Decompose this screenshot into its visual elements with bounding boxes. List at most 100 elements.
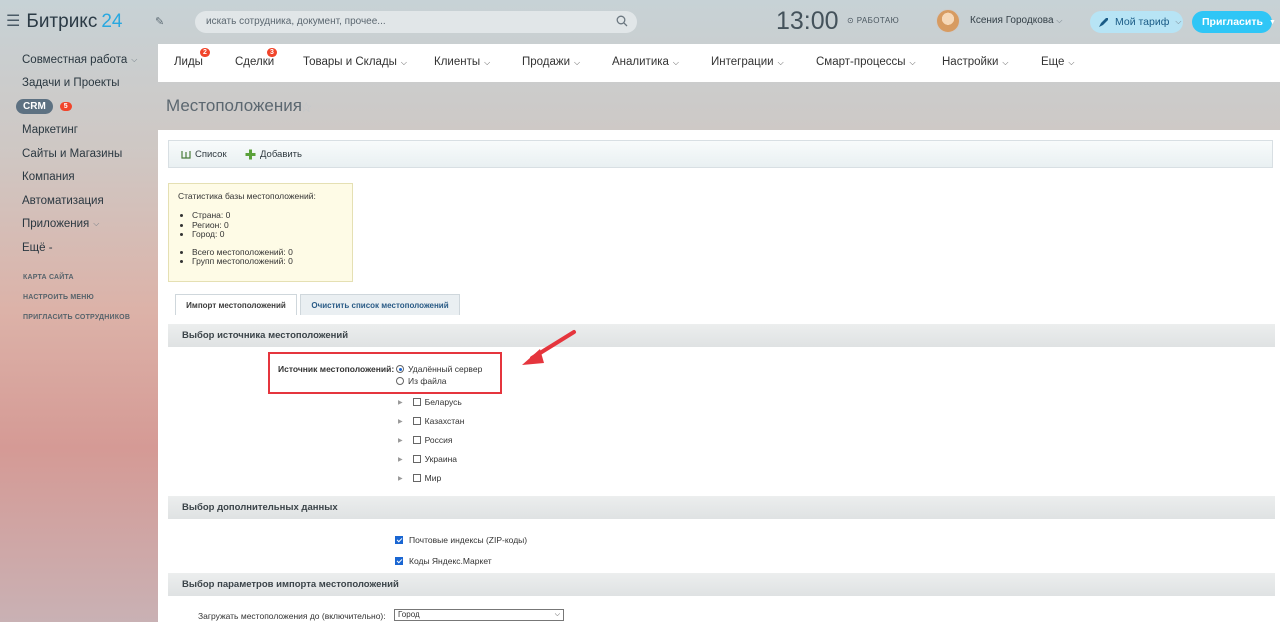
search-icon[interactable] — [616, 15, 628, 27]
select-value: Город — [398, 610, 420, 619]
checkbox[interactable] — [395, 536, 403, 544]
sidebar-item-marketing[interactable]: Маркетинг — [22, 119, 156, 143]
country-label: Украина — [424, 454, 457, 464]
sidebar-item-collaboration[interactable]: Совместная работа ⌵ — [22, 48, 156, 72]
toolbar: Список Добавить — [168, 140, 1273, 168]
chevron-down-icon: ⌵ — [1175, 17, 1182, 26]
country-item[interactable]: ▶ Мир — [398, 473, 441, 483]
chevron-down-icon: ⌵ — [777, 58, 784, 67]
search-input[interactable]: искать сотрудника, документ, прочее... — [195, 11, 637, 33]
tab-sales[interactable]: Продажи ⌵ — [522, 56, 580, 68]
configure-menu-link[interactable]: НАСТРОИТЬ МЕНЮ — [23, 294, 153, 301]
pencil-icon[interactable]: ✎ — [155, 15, 164, 28]
search-placeholder: искать сотрудника, документ, прочее... — [206, 16, 386, 27]
sidebar-item-label: Задачи и Проекты — [22, 77, 120, 90]
sidebar-item-apps[interactable]: Приложения ⌵ — [22, 213, 156, 237]
checkbox[interactable] — [395, 557, 403, 565]
tab-import[interactable]: Импорт местоположений — [175, 294, 297, 315]
stats-item: Групп местоположений: 0 — [192, 257, 343, 267]
tab-label: Клиенты — [434, 56, 481, 68]
checkbox-label: Коды Яндекс.Маркет — [409, 556, 492, 566]
sidebar-item-tasks[interactable]: Задачи и Проекты — [22, 72, 156, 96]
checkbox-yandex-codes[interactable]: Коды Яндекс.Маркет — [395, 556, 492, 566]
tab-integrations[interactable]: Интеграции ⌵ — [711, 56, 784, 68]
tab-analytics[interactable]: Аналитика ⌵ — [612, 56, 679, 68]
sidebar-item-company[interactable]: Компания — [22, 166, 156, 190]
chevron-down-icon: ⌵ — [574, 58, 581, 67]
tab-label: Товары и Склады — [303, 56, 397, 68]
sidebar-item-automation[interactable]: Автоматизация — [22, 189, 156, 213]
record-icon: ⊙ — [847, 16, 857, 25]
country-item[interactable]: ▶ Казахстан — [398, 416, 464, 426]
sidebar-item-label: Совместная работа — [22, 53, 128, 66]
checkbox[interactable] — [412, 398, 421, 406]
sitemap-link[interactable]: КАРТА САЙТА — [23, 274, 153, 281]
chevron-down-icon: ⌵ — [400, 58, 407, 67]
section-header-additional: Выбор дополнительных данных — [168, 496, 1275, 519]
sidebar-item-label: Маркетинг — [22, 124, 78, 137]
caret-down-icon: ▼ — [1268, 18, 1276, 26]
tariff-label: Мой тариф — [1115, 16, 1170, 28]
tab-more[interactable]: Еще ⌵ — [1041, 56, 1074, 68]
checkbox[interactable] — [412, 417, 421, 425]
chevron-down-icon: ⌵ — [1056, 16, 1063, 25]
checkbox[interactable] — [412, 455, 421, 463]
expand-arrow-icon[interactable]: ▶ — [398, 418, 403, 425]
country-item[interactable]: ▶ Беларусь — [398, 397, 462, 407]
avatar[interactable] — [936, 9, 960, 33]
tab-label: Лиды — [174, 56, 203, 68]
tab-clients[interactable]: Клиенты ⌵ — [434, 56, 490, 68]
list-label: Список — [195, 149, 227, 160]
invite-button[interactable]: Пригласить ▼ — [1192, 11, 1276, 33]
logo[interactable]: ☰ Битрикс 24 — [6, 11, 122, 33]
tab-leads[interactable]: Лиды 2 — [174, 48, 210, 68]
star-icon[interactable]: ☆ — [300, 99, 313, 116]
add-button[interactable]: Добавить — [245, 149, 302, 160]
expand-arrow-icon[interactable]: ▶ — [398, 437, 403, 444]
tab-label: Настройки — [942, 56, 999, 68]
list-icon — [181, 151, 191, 159]
sidebar-item-more[interactable]: Ещё - — [22, 236, 156, 260]
tab-deals[interactable]: Сделки 3 — [235, 48, 277, 68]
checkbox-zip-codes[interactable]: Почтовые индексы (ZIP-коды) — [395, 535, 527, 545]
expand-arrow-icon[interactable]: ▶ — [398, 475, 403, 482]
country-item[interactable]: ▶ Украина — [398, 454, 457, 464]
country-item[interactable]: ▶ Россия — [398, 435, 453, 445]
counter-badge: 3 — [267, 48, 277, 57]
tab-label: Аналитика — [612, 56, 669, 68]
menu-icon[interactable]: ☰ — [6, 14, 20, 30]
work-status[interactable]: ⊙ РАБОТАЮ — [847, 16, 899, 25]
country-label: Беларусь — [424, 397, 462, 407]
tab-smart-processes[interactable]: Смарт-процессы ⌵ — [816, 56, 916, 68]
expand-arrow-icon[interactable]: ▶ — [398, 456, 403, 463]
sidebar-item-label: Ещё - — [22, 241, 53, 254]
tab-products[interactable]: Товары и Склады ⌵ — [303, 56, 407, 68]
sidebar-item-label: CRM — [16, 99, 53, 115]
chevron-down-icon: ⌵ — [1002, 58, 1009, 67]
stats-box: Статистика базы местоположений: Страна: … — [168, 183, 353, 282]
checkbox[interactable] — [412, 474, 421, 482]
sidebar-item-crm[interactable]: CRM 5 — [16, 95, 156, 119]
sidebar-item-sites[interactable]: Сайты и Магазины — [22, 142, 156, 166]
clock[interactable]: 13:00 — [776, 7, 839, 36]
crm-top-nav: Лиды 2 Сделки 3 Товары и Склады ⌵ Клиенты ⌵ … — [158, 44, 1280, 82]
chevron-down-icon: ⌵ — [1068, 58, 1075, 67]
left-sidebar: ☰ Битрикс 24 Совместная работа ⌵ Задачи и… — [0, 0, 158, 622]
checkbox[interactable] — [412, 436, 421, 444]
tab-clear[interactable]: Очистить список местоположений — [300, 294, 460, 315]
user-menu[interactable]: Ксения Городкова ⌵ — [970, 15, 1062, 26]
logo-number: 24 — [101, 11, 123, 32]
expand-arrow-icon[interactable]: ▶ — [398, 399, 403, 406]
annotation-arrow-icon — [522, 330, 576, 365]
stats-list: Страна: 0 Регион: 0 Город: 0 — [192, 210, 343, 240]
tariff-button[interactable]: Мой тариф ⌵ — [1090, 11, 1183, 33]
tab-settings[interactable]: Настройки ⌵ — [942, 56, 1008, 68]
invite-employees-link[interactable]: ПРИГЛАСИТЬ СОТРУДНИКОВ — [23, 314, 153, 321]
country-label: Россия — [424, 435, 453, 445]
list-button[interactable]: Список — [181, 149, 227, 160]
chevron-down-icon: ⌵ — [672, 58, 679, 67]
work-status-label: РАБОТАЮ — [856, 16, 900, 25]
stats-totals: Всего местоположений: 0 Групп местополож… — [192, 247, 343, 267]
sidebar-item-label: Компания — [22, 171, 75, 184]
load-level-select[interactable]: Город ⌵ — [394, 609, 564, 621]
